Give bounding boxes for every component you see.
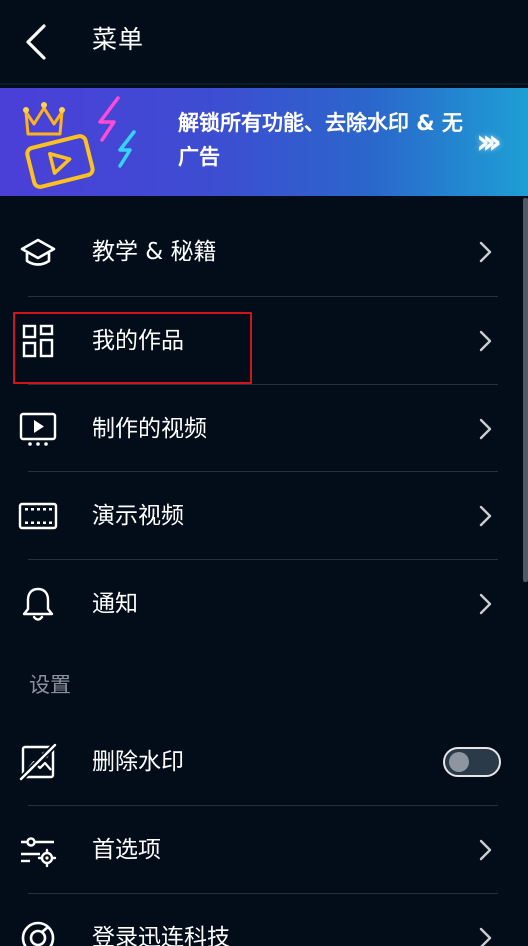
chevron-right-icon bbox=[479, 330, 492, 352]
menu-item-notifications[interactable]: 通知 bbox=[0, 560, 528, 648]
sliders-gear-icon bbox=[21, 837, 57, 868]
film-strip-icon bbox=[18, 502, 58, 530]
menu-item-tutorials[interactable]: 教学 & 秘籍 bbox=[0, 208, 528, 296]
header-divider bbox=[0, 83, 528, 85]
chevron-right-icon bbox=[479, 593, 492, 615]
settings-item-label: 登录迅连科技 bbox=[92, 925, 230, 946]
scrollbar[interactable] bbox=[523, 198, 528, 582]
no-image-icon bbox=[18, 742, 58, 782]
chevron-left-icon bbox=[26, 24, 46, 60]
settings-item-label: 首选项 bbox=[92, 837, 161, 863]
chevron-right-icon bbox=[479, 839, 492, 861]
section-label-settings: 设置 bbox=[29, 673, 71, 697]
remove-watermark-toggle[interactable] bbox=[443, 747, 501, 777]
banner-message: 解锁所有功能、去除水印 & 无广告 bbox=[178, 111, 463, 169]
menu-screen: 菜单 解锁所有功能、去除水印 & 无广告 ››› 教学 & 秘籍 我的作品 制作… bbox=[0, 0, 528, 946]
graduation-cap-icon bbox=[20, 238, 56, 266]
chevron-right-icon bbox=[479, 505, 492, 527]
bell-icon bbox=[22, 587, 54, 621]
settings-item-preferences[interactable]: 首选项 bbox=[0, 806, 528, 894]
chevron-right-icon bbox=[479, 927, 492, 946]
selection-highlight bbox=[13, 312, 252, 384]
chevron-right-icon bbox=[479, 241, 492, 263]
back-button[interactable] bbox=[18, 20, 58, 64]
page-title: 菜单 bbox=[92, 25, 145, 54]
crown-video-neon-icon bbox=[23, 96, 136, 189]
settings-item-login[interactable]: 登录迅连科技 bbox=[0, 894, 528, 946]
menu-item-label: 演示视频 bbox=[92, 503, 184, 529]
toggle-knob bbox=[449, 752, 469, 772]
video-play-icon bbox=[19, 412, 57, 446]
upgrade-banner[interactable]: 解锁所有功能、去除水印 & 无广告 ››› bbox=[0, 88, 528, 196]
account-circle-icon bbox=[21, 921, 55, 946]
menu-item-label: 教学 & 秘籍 bbox=[92, 239, 217, 265]
settings-item-label: 删除水印 bbox=[92, 749, 184, 775]
menu-item-label: 通知 bbox=[92, 591, 138, 617]
triple-chevron-icon: ››› bbox=[476, 122, 502, 162]
chevron-right-icon bbox=[479, 418, 492, 440]
header-bar: 菜单 bbox=[0, 0, 528, 84]
menu-item-label: 制作的视频 bbox=[92, 416, 207, 442]
menu-item-produced-videos[interactable]: 制作的视频 bbox=[0, 385, 528, 473]
menu-item-demo-videos[interactable]: 演示视频 bbox=[0, 472, 528, 560]
